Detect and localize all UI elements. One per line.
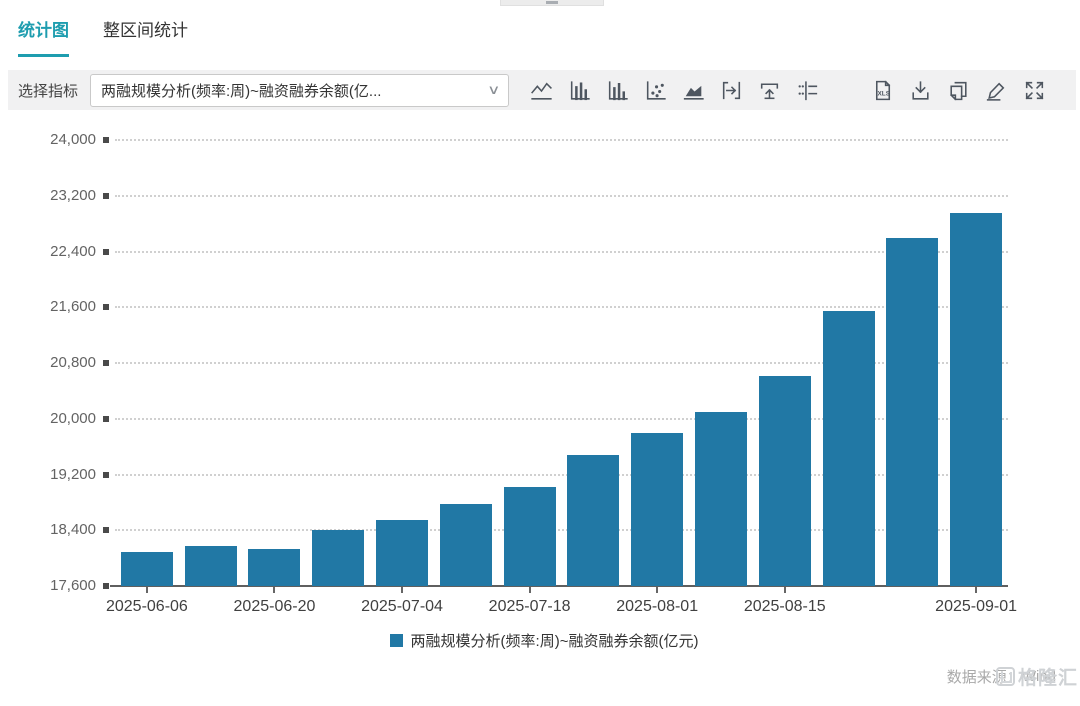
y-axis-tick-label: 20,000 [20, 410, 96, 427]
y-gridline [115, 195, 1008, 197]
x-axis-tick [273, 587, 275, 593]
bar[interactable] [886, 238, 938, 586]
bar[interactable] [631, 433, 683, 586]
y-axis-tick-label: 24,000 [20, 131, 96, 148]
x-axis-tick [784, 587, 786, 593]
data-source-value: Wind [1022, 668, 1056, 685]
y-axis-tick-marker [103, 193, 109, 199]
x-axis-tick-label: 2025-08-01 [597, 598, 717, 616]
y-axis-tick-label: 19,200 [20, 466, 96, 483]
x-axis-tick-label: 2025-06-06 [87, 598, 207, 616]
bar[interactable] [121, 552, 173, 586]
y-axis-tick-marker [103, 137, 109, 143]
bar[interactable] [376, 520, 428, 586]
x-axis-tick [975, 587, 977, 593]
bar[interactable] [695, 412, 747, 586]
bar[interactable] [248, 549, 300, 586]
y-axis-tick-marker [103, 527, 109, 533]
data-source-note: 数据来源： Wind 格隆汇 [947, 666, 1056, 687]
y-gridline [115, 306, 1008, 308]
bar[interactable] [504, 487, 556, 586]
bar[interactable] [950, 213, 1002, 586]
x-axis-tick-label: 2025-07-04 [342, 598, 462, 616]
y-axis-tick-label: 22,400 [20, 243, 96, 260]
margin-trading-chart-page: 统计图 整区间统计 选择指标 两融规模分析(频率:周)~融资融券余额(亿... … [0, 0, 1080, 706]
bar-chart-plot-area: 17,600 18,400 19,200 20,000 20,800 21,600 22,4… [0, 0, 1080, 706]
data-source-label: 数据来源： [947, 666, 1022, 687]
y-gridline [115, 139, 1008, 141]
x-axis-tick-label: 2025-06-20 [214, 598, 334, 616]
bar[interactable] [567, 455, 619, 586]
x-axis-tick-label: 2025-08-15 [725, 598, 845, 616]
legend-swatch [390, 634, 403, 647]
bar[interactable] [185, 546, 237, 586]
chart-legend[interactable]: 两融规模分析(频率:周)~融资融券余额(亿元) [0, 630, 1080, 651]
y-axis-tick-label: 17,600 [20, 577, 96, 594]
y-axis-tick-marker [103, 249, 109, 255]
legend-label: 两融规模分析(频率:周)~融资融券余额(亿元) [411, 630, 699, 651]
x-axis-tick [656, 587, 658, 593]
bar[interactable] [759, 376, 811, 586]
y-axis-tick-marker [103, 416, 109, 422]
x-axis-tick [529, 587, 531, 593]
y-axis-tick-label: 18,400 [20, 521, 96, 538]
y-axis-tick-label: 20,800 [20, 354, 96, 371]
x-axis-tick [146, 587, 148, 593]
bar[interactable] [440, 504, 492, 586]
x-axis-tick-label: 2025-07-18 [470, 598, 590, 616]
x-axis-tick [401, 587, 403, 593]
bar[interactable] [823, 311, 875, 586]
y-axis-tick-marker [103, 304, 109, 310]
y-axis-tick-label: 23,200 [20, 187, 96, 204]
x-axis-tick-label: 2025-09-01 [916, 598, 1036, 616]
bar[interactable] [312, 530, 364, 586]
y-gridline [115, 251, 1008, 253]
y-axis-tick-marker [103, 583, 109, 589]
y-axis-tick-label: 21,600 [20, 298, 96, 315]
y-axis-tick-marker [103, 360, 109, 366]
y-axis-tick-marker [103, 472, 109, 478]
